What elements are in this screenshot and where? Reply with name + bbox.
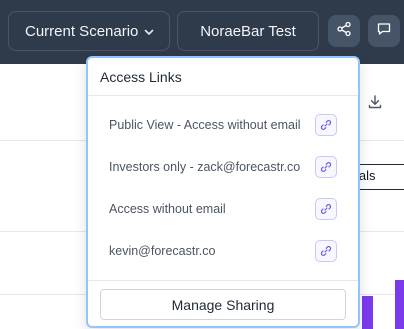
share-icon [336, 21, 352, 42]
popover-divider [88, 95, 358, 96]
download-icon[interactable] [367, 94, 383, 115]
access-links-popover: Access Links Public View - Access withou… [86, 56, 360, 328]
access-link-item[interactable]: Investors only - zack@forecastr.co [88, 151, 358, 185]
copy-link-icon[interactable] [315, 114, 337, 136]
popover-divider [88, 280, 358, 281]
copy-link-icon[interactable] [315, 156, 337, 178]
access-link-label: Public View - Access without email [109, 118, 301, 132]
access-link-label: kevin@forecastr.co [109, 244, 216, 258]
popover-title: Access Links [100, 69, 182, 85]
chart-bar [395, 280, 404, 329]
access-link-item[interactable]: Access without email [88, 193, 358, 227]
access-link-label: Access without email [109, 202, 226, 216]
comments-button[interactable] [368, 15, 400, 47]
copy-link-icon[interactable] [315, 198, 337, 220]
scenario-label: Current Scenario [25, 22, 139, 40]
scenario-dropdown[interactable]: Current Scenario [8, 11, 170, 51]
project-button[interactable]: NoraeBar Test [177, 11, 319, 51]
chart-bar [362, 296, 373, 329]
manage-sharing-button[interactable]: Manage Sharing [100, 289, 346, 320]
access-link-item[interactable]: Public View - Access without email [88, 109, 358, 143]
access-link-item[interactable]: kevin@forecastr.co [88, 235, 358, 269]
copy-link-icon[interactable] [315, 240, 337, 262]
chevron-down-icon [143, 25, 155, 42]
manage-sharing-label: Manage Sharing [171, 296, 275, 313]
project-label: NoraeBar Test [200, 22, 296, 40]
chat-icon [376, 21, 392, 42]
top-bar: Current Scenario NoraeBar Test [0, 0, 404, 64]
access-link-label: Investors only - zack@forecastr.co [109, 160, 301, 174]
share-button[interactable] [328, 15, 360, 47]
